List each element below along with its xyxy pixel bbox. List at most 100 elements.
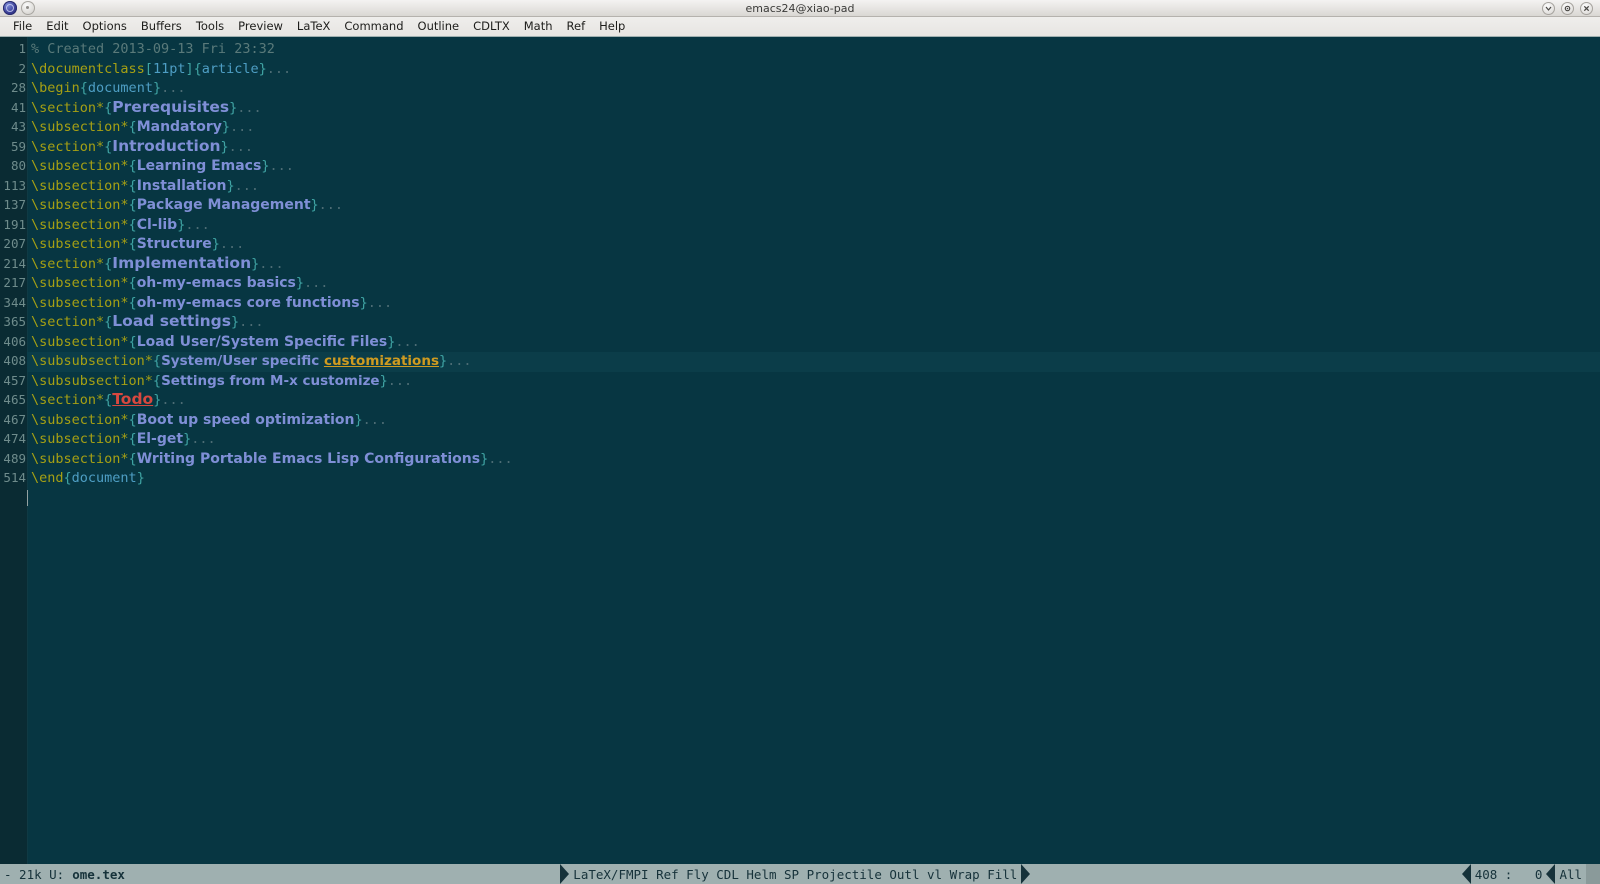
maximize-button[interactable] — [1561, 1, 1574, 15]
minimize-button[interactable] — [1542, 1, 1555, 15]
menu-item-outline[interactable]: Outline — [411, 17, 467, 36]
line-content[interactable]: \begin{document}... — [27, 79, 1600, 99]
line-content[interactable]: \subsection*{Load User/System Specific F… — [27, 333, 1600, 353]
token-macro: \section* — [31, 314, 105, 330]
buffer-line[interactable]: 113 \subsection*{Installation}... — [0, 176, 1600, 196]
buffer-line[interactable]: 41 \section*{Prerequisites}... — [0, 98, 1600, 118]
buffer-line[interactable]: 344 \subsection*{oh-my-emacs core functio… — [0, 293, 1600, 313]
line-content[interactable]: % Created 2013-09-13 Fri 23:32 — [27, 40, 1600, 60]
menu-item-file[interactable]: File — [6, 17, 39, 36]
token-brace: } — [183, 431, 192, 447]
line-content[interactable]: \subsection*{Package Management}... — [27, 196, 1600, 216]
line-content[interactable]: \subsubsection*{Settings from M-x custom… — [27, 372, 1600, 392]
line-content[interactable]: \subsection*{Learning Emacs}... — [27, 157, 1600, 177]
line-number: 43 — [10, 119, 26, 134]
buffer-line[interactable]: 474 \subsection*{El-get}... — [0, 429, 1600, 449]
buffer-line[interactable]: 489 \subsection*{Writing Portable Emacs L… — [0, 449, 1600, 469]
token-brace: { — [128, 431, 137, 447]
token-brace: { — [128, 294, 137, 311]
buffer-line[interactable]: 59 \section*{Introduction}... — [0, 137, 1600, 157]
menu-item-options[interactable]: Options — [76, 17, 134, 36]
text-cursor — [27, 490, 28, 506]
line-content[interactable]: \section*{Implementation}... — [27, 254, 1600, 275]
token-brace: { — [128, 411, 137, 428]
token-macro: \subsection* — [31, 450, 129, 467]
buffer-dot-icon[interactable] — [21, 1, 35, 15]
menu-item-ref[interactable]: Ref — [560, 17, 593, 36]
token-brace: } — [231, 314, 240, 330]
buffer-line[interactable]: 43 \subsection*{Mandatory}... — [0, 117, 1600, 137]
line-content[interactable]: \subsection*{oh-my-emacs core functions}… — [27, 294, 1600, 314]
token-ellipsis: ... — [237, 99, 262, 116]
line-content[interactable]: \section*{Introduction}... — [27, 137, 1600, 158]
line-content[interactable]: \subsection*{Boot up speed optimization}… — [27, 411, 1600, 431]
buffer-line[interactable]: 467 \subsection*{Boot up speed optimizati… — [0, 410, 1600, 430]
buffer-line[interactable]: 191 \subsection*{Cl-lib}... — [0, 215, 1600, 235]
close-button[interactable] — [1580, 1, 1593, 15]
line-content[interactable]: \end{document} — [27, 469, 1600, 489]
buffer-line[interactable]: 2 \documentclass[11pt]{article}... — [0, 59, 1600, 79]
modeline-position: 408 : 0 — [1474, 866, 1543, 882]
buffer-line[interactable]: 137 \subsection*{Package Management}... — [0, 195, 1600, 215]
window-controls — [1542, 1, 1600, 15]
token-brace: { — [63, 470, 72, 486]
line-content[interactable]: \subsection*{Cl-lib}... — [27, 216, 1600, 236]
buffer-line[interactable]: 465 \section*{Todo}... — [0, 390, 1600, 410]
token-subsec: oh-my-emacs core functions — [136, 294, 360, 311]
token-macro: \subsection* — [31, 431, 129, 447]
line-content[interactable]: \section*{Load settings}... — [27, 312, 1600, 333]
buffer-line[interactable]: 214 \section*{Implementation}... — [0, 254, 1600, 274]
token-brace: } — [258, 60, 267, 77]
line-content[interactable]: \subsection*{oh-my-emacs basics}... — [27, 274, 1600, 294]
line-number: 217 — [3, 275, 26, 290]
menu-item-help[interactable]: Help — [592, 17, 632, 36]
buffer-line[interactable]: 207 \subsection*{Structure}... — [0, 234, 1600, 254]
emacs-globe-icon[interactable] — [3, 1, 17, 15]
buffer-line[interactable]: 217 \subsection*{oh-my-emacs basics}... — [0, 273, 1600, 293]
token-macro: \section* — [31, 392, 105, 408]
line-content[interactable]: \documentclass[11pt]{article}... — [27, 60, 1600, 80]
modeline-minor-modes[interactable]: LaTeX/FMPI Ref Fly CDL Helm SP Projectil… — [569, 864, 1021, 884]
buffer-line[interactable]: 457 \subsubsection*{Settings from M-x cus… — [0, 371, 1600, 391]
token-brace: [ — [144, 60, 153, 77]
line-content[interactable]: \subsection*{El-get}... — [27, 430, 1600, 450]
menu-item-buffers[interactable]: Buffers — [134, 17, 189, 36]
line-content[interactable]: \subsubsection*{System/User specific cus… — [27, 352, 1600, 372]
token-brace: { — [128, 177, 137, 194]
line-content[interactable]: \subsection*{Installation}... — [27, 177, 1600, 197]
modeline-buffer-name[interactable]: ome.tex — [68, 864, 129, 884]
menu-item-command[interactable]: Command — [337, 17, 410, 36]
line-content[interactable]: \subsection*{Mandatory}... — [27, 118, 1600, 138]
menu-item-math[interactable]: Math — [517, 17, 560, 36]
token-brace: } — [354, 411, 363, 428]
menu-item-tools[interactable]: Tools — [189, 17, 231, 36]
line-content[interactable]: \subsection*{Structure}... — [27, 235, 1600, 255]
buffer-line[interactable]: 1 % Created 2013-09-13 Fri 23:32 — [0, 39, 1600, 59]
token-brace: { — [152, 353, 162, 369]
token-brace: { — [128, 216, 137, 233]
menu-item-latex[interactable]: LaTeX — [290, 17, 337, 36]
buffer-line[interactable]: 408 \subsubsection*{System/User specific … — [0, 351, 1600, 372]
buffer-line[interactable]: 365 \section*{Load settings}... — [0, 312, 1600, 332]
line-content[interactable]: \subsection*{Writing Portable Emacs Lisp… — [27, 450, 1600, 470]
token-spell: customizations — [323, 353, 439, 369]
menu-item-preview[interactable]: Preview — [231, 17, 290, 36]
buffer-line[interactable]: 514 \end{document} — [0, 468, 1600, 488]
menu-item-edit[interactable]: Edit — [39, 17, 75, 36]
buffer-line[interactable]: 28 \begin{document}... — [0, 78, 1600, 98]
buffer-line[interactable]: 406 \subsection*{Load User/System Specifi… — [0, 332, 1600, 352]
title-bar: emacs24@xiao-pad — [0, 0, 1600, 17]
token-sec: Prerequisites — [112, 97, 230, 116]
mode-line[interactable]: - 21k U: ome.tex LaTeX/FMPI Ref Fly CDL … — [0, 864, 1600, 884]
token-ellipsis: ... — [228, 138, 254, 155]
buffer-line[interactable]: 80 \subsection*{Learning Emacs}... — [0, 156, 1600, 176]
line-content[interactable]: \section*{Todo}... — [27, 390, 1600, 411]
token-ellipsis: ... — [161, 392, 186, 408]
token-macro: \subsection* — [31, 158, 129, 174]
line-content[interactable]: \section*{Prerequisites}... — [27, 98, 1600, 119]
line-number: 207 — [3, 236, 26, 251]
menu-item-cdltx[interactable]: CDLTX — [466, 17, 517, 36]
buffer-lines: 1% Created 2013-09-13 Fri 23:32 2 \documen… — [0, 37, 1600, 864]
text-buffer[interactable]: 1% Created 2013-09-13 Fri 23:32 2 \documen… — [0, 37, 1600, 864]
token-arg: article — [201, 60, 259, 77]
